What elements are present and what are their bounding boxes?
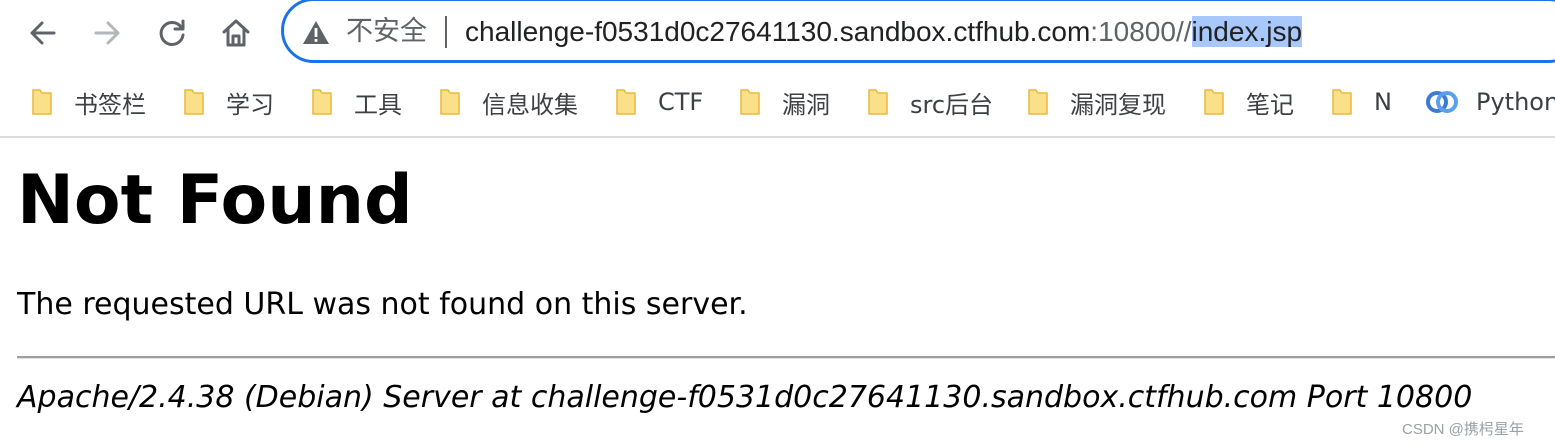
horizontal-rule bbox=[17, 356, 1555, 359]
forward-button[interactable] bbox=[84, 10, 130, 56]
page-title: Not Found bbox=[17, 161, 413, 240]
bookmark-folder-n[interactable]: N bbox=[1332, 84, 1392, 120]
python-logo-icon bbox=[1426, 89, 1458, 115]
folder-icon bbox=[1204, 89, 1224, 115]
bookmark-label: 漏洞复现 bbox=[1070, 90, 1166, 119]
url-selected-text: index.jsp bbox=[1191, 16, 1303, 47]
reload-button[interactable] bbox=[149, 10, 195, 56]
url-text[interactable]: challenge-f0531d0c27641130.sandbox.ctfhu… bbox=[465, 14, 1303, 50]
bookmark-label: src后台 bbox=[910, 90, 994, 119]
bookmark-label: CTF bbox=[658, 88, 704, 116]
bookmark-folder-ctf[interactable]: CTF bbox=[616, 84, 703, 120]
bookmark-label: 书签栏 bbox=[74, 90, 146, 119]
folder-icon bbox=[740, 89, 760, 115]
folder-icon bbox=[184, 89, 204, 115]
bookmark-label: 笔记 bbox=[1246, 90, 1294, 119]
security-status-text[interactable]: 不安全 bbox=[346, 14, 427, 50]
folder-icon bbox=[32, 89, 52, 115]
reload-icon bbox=[159, 19, 185, 46]
bookmark-folder-书签栏[interactable]: 书签栏 bbox=[32, 84, 146, 120]
bookmark-python[interactable]: Python bbox=[1426, 84, 1555, 120]
url-port-path: :10800// bbox=[1090, 16, 1192, 47]
error-message: The requested URL was not found on this … bbox=[17, 287, 748, 322]
bookmark-label: 漏洞 bbox=[782, 90, 830, 119]
home-button[interactable] bbox=[213, 10, 259, 56]
browser-toolbar: 不安全 challenge-f0531d0c27641130.sandbox.c… bbox=[0, 0, 1555, 66]
bookmarks-bar: 书签栏 学习 工具 信息收集 CTF 漏洞 src后台 漏洞复现 笔记 N Py… bbox=[0, 66, 1555, 138]
bookmark-folder-学习[interactable]: 学习 bbox=[184, 84, 274, 120]
bookmark-label: 工具 bbox=[354, 90, 402, 119]
bookmark-label: 信息收集 bbox=[482, 90, 578, 119]
bookmark-folder-漏洞复现[interactable]: 漏洞复现 bbox=[1028, 84, 1166, 120]
arrow-right-icon bbox=[94, 21, 120, 45]
watermark: CSDN @携枵星年 bbox=[1402, 421, 1524, 438]
folder-icon bbox=[1332, 89, 1352, 115]
url-host: challenge-f0531d0c27641130.sandbox.ctfhu… bbox=[465, 16, 1091, 47]
server-signature: Apache/2.4.38 (Debian) Server at challen… bbox=[17, 380, 1473, 415]
bookmark-label: N bbox=[1374, 88, 1392, 116]
warning-triangle-icon[interactable] bbox=[302, 19, 330, 47]
folder-icon bbox=[616, 89, 636, 115]
folder-icon bbox=[312, 89, 332, 115]
folder-icon bbox=[440, 89, 460, 115]
back-button[interactable] bbox=[20, 10, 66, 56]
folder-icon bbox=[868, 89, 888, 115]
home-icon bbox=[222, 19, 250, 47]
bookmark-label: Python bbox=[1476, 88, 1555, 116]
arrow-left-icon bbox=[30, 21, 56, 45]
bookmark-folder-src后台[interactable]: src后台 bbox=[868, 84, 993, 120]
bookmark-folder-漏洞[interactable]: 漏洞 bbox=[740, 84, 830, 120]
bookmark-folder-信息收集[interactable]: 信息收集 bbox=[440, 84, 578, 120]
folder-icon bbox=[1028, 89, 1048, 115]
bookmark-label: 学习 bbox=[226, 90, 274, 119]
bookmark-folder-笔记[interactable]: 笔记 bbox=[1204, 84, 1294, 120]
security-divider bbox=[445, 16, 447, 48]
bookmark-folder-工具[interactable]: 工具 bbox=[312, 84, 402, 120]
